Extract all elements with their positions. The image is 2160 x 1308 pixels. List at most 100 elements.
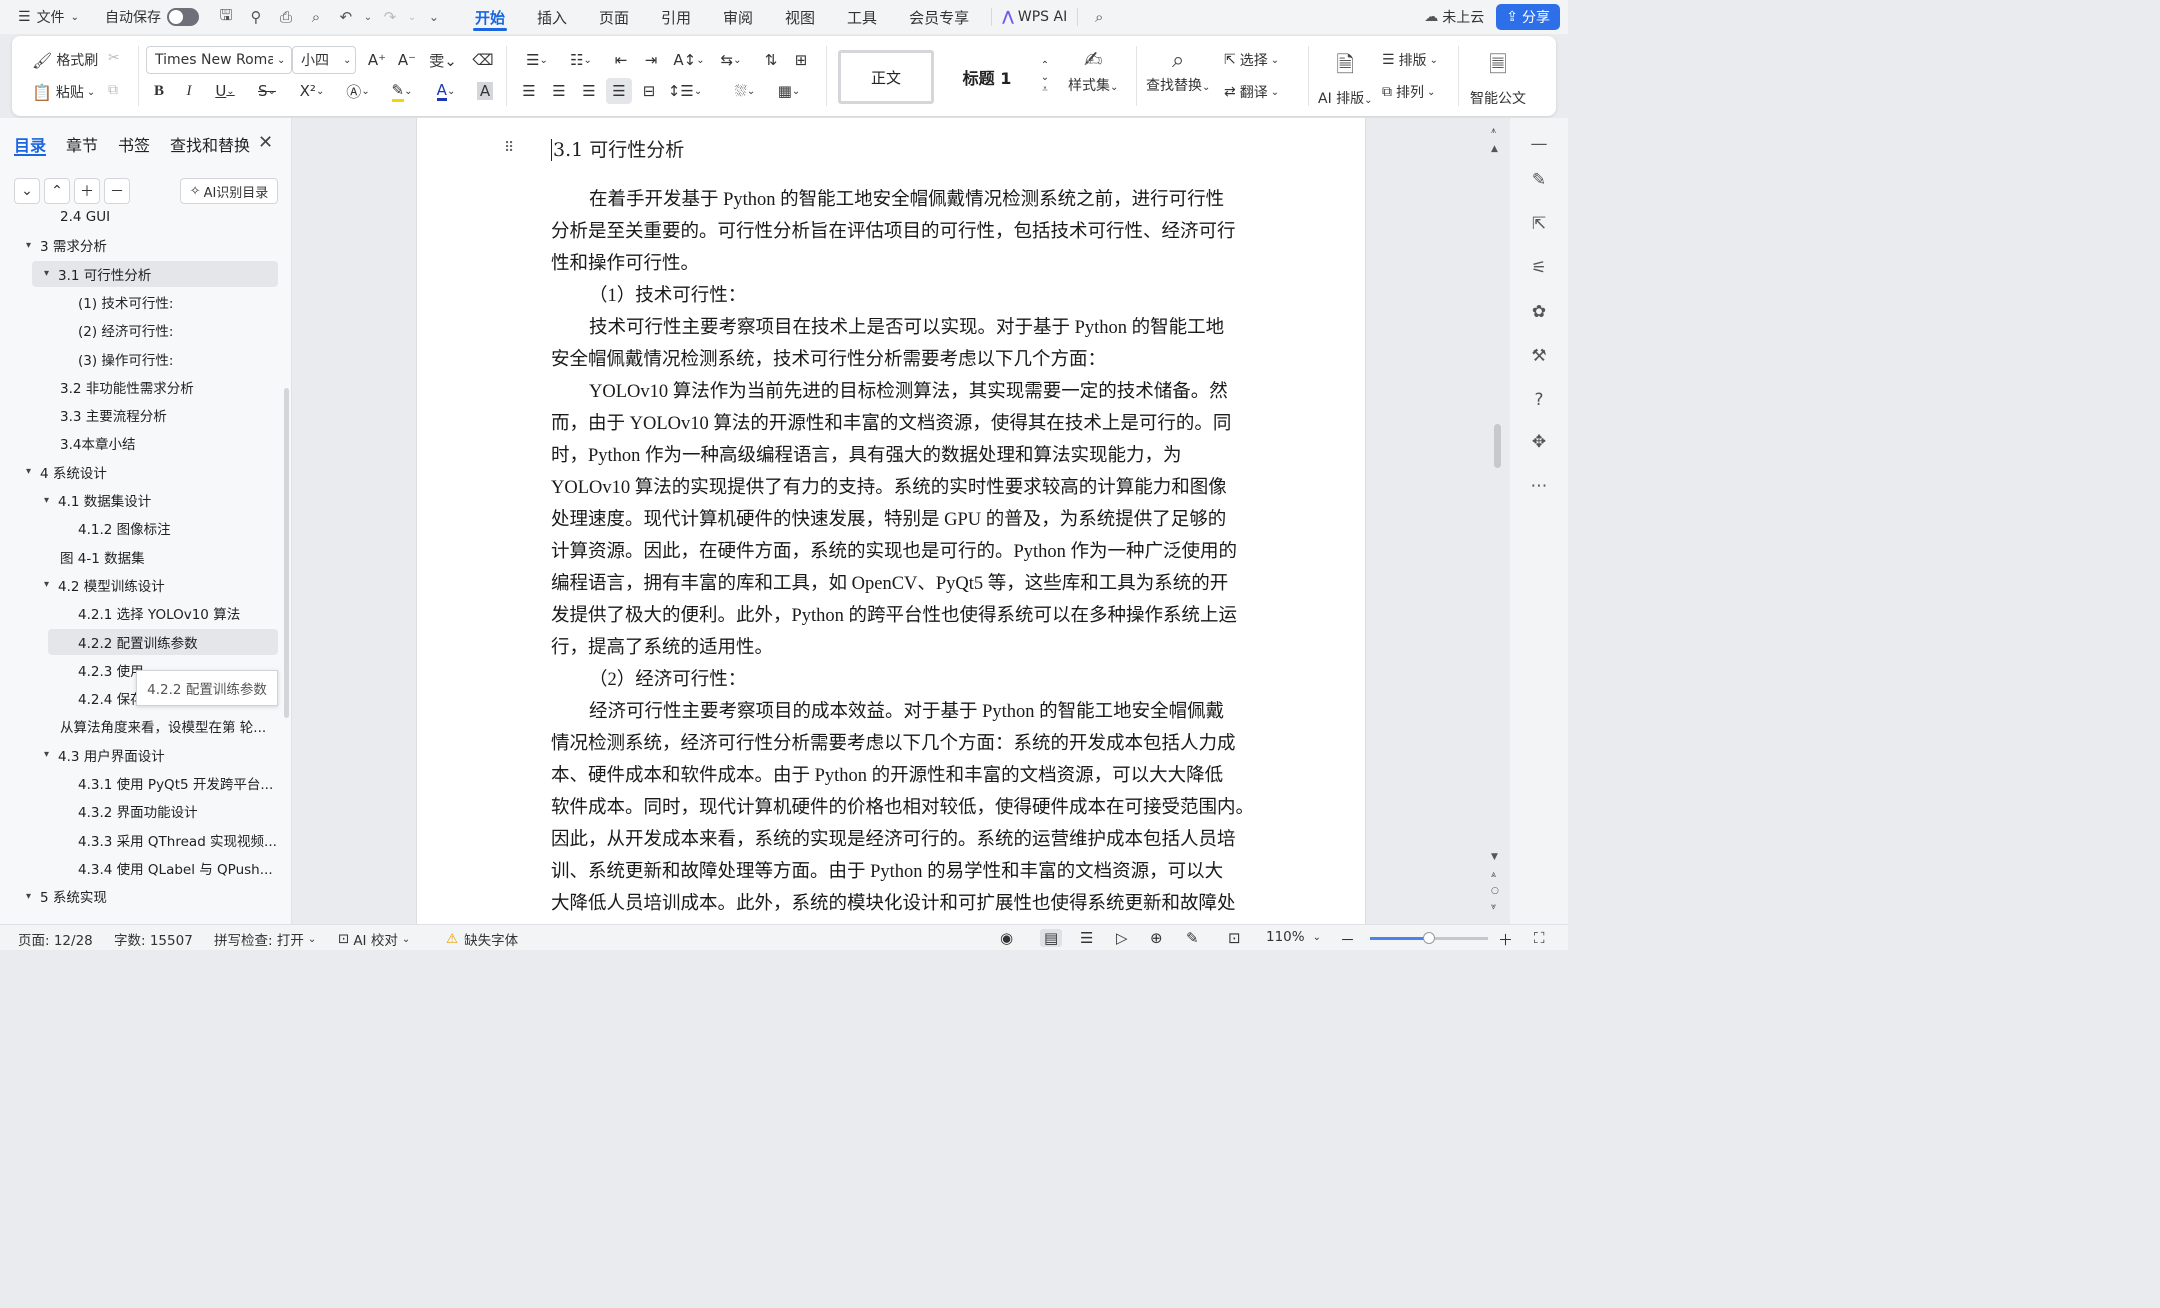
toc-item[interactable]: (3) 操作可行性: [74,346,278,372]
shading-button[interactable]: ⛆ ⌄ [728,78,762,104]
file-menu[interactable]: ☰ 文件 ⌄ [18,0,79,34]
sort-button[interactable]: ⇅ [758,47,784,73]
toc-item[interactable]: 从算法角度来看，设模型在第 轮... [56,713,278,739]
outline-view-icon[interactable]: ☰ [1080,929,1093,947]
align-center-button[interactable]: ☰ [546,78,572,104]
toc-item[interactable]: ▾ 3 需求分析 [22,232,278,258]
cut-button[interactable]: ✂ [108,50,120,66]
font-size-select[interactable]: 小四 ⌄ [292,46,356,74]
toc-item[interactable]: ▾ 3.1 可行性分析 [32,260,278,287]
collapse-all-button[interactable]: ⌄ [14,178,40,204]
toc-item[interactable]: 4.3.1 使用 PyQt5 开发跨平台... [74,770,278,796]
zoom-level[interactable]: 110% ⌄ [1266,929,1321,945]
expand-caret-icon[interactable]: ▾ [26,240,40,251]
collapse-icon[interactable]: — [1527,132,1551,156]
scroll-up-icon[interactable]: ▲ [1491,144,1498,154]
typeset-button[interactable]: ☰ 排版 ⌄ [1382,50,1438,70]
char-shading-button[interactable]: A [472,78,498,104]
tab-home[interactable]: 开始 [459,0,521,34]
text-effect-button[interactable]: Ⓐ ⌄ [340,78,376,104]
section-heading[interactable]: 3.1 可行性分析 [551,135,684,162]
expand-up-button[interactable]: ⌃ [44,178,70,204]
chinese-layout-button[interactable]: ⇆ ⌄ [714,47,748,73]
tab-tools[interactable]: 工具 [831,0,893,34]
sliders-icon[interactable]: ⚟ [1527,256,1551,280]
align-left-button[interactable]: ☰ [516,78,542,104]
tab-insert[interactable]: 插入 [521,0,583,34]
cloud-status[interactable]: ☁ 未上云 [1424,0,1484,34]
pen-icon[interactable]: ✎ [1527,168,1551,192]
toc-item[interactable]: 4.2.1 选择 YOLOv10 算法 [74,600,278,626]
expand-caret-icon[interactable]: ▾ [44,495,58,506]
italic-button[interactable]: I [176,78,202,104]
document-page[interactable]: ⠿ 3.1 可行性分析 在着手开发基于 Python 的智能工地安全帽佩戴情况检… [416,118,1366,924]
styles-scroll[interactable]: ⌃ ⌄ ⩡ [1038,58,1052,98]
wps-ai-tab[interactable]: ⋀ WPS AI [991,8,1079,26]
autosave[interactable]: 自动保存 [105,0,211,34]
eye-protection-icon[interactable]: ◉ [1000,929,1013,947]
more-icon[interactable]: ⋯ [1527,474,1551,498]
redo-icon[interactable]: ↷ [375,0,405,34]
toc-item[interactable]: 3.4本章小结 [56,430,278,456]
scroll-top-icon[interactable]: ⩚ [1491,126,1496,136]
print-icon[interactable]: ⎙ [271,0,301,34]
zoom-in-icon[interactable]: ＋ [1498,929,1513,950]
tab-find-replace[interactable]: 查找和替换 [170,132,250,156]
expand-caret-icon[interactable]: ▾ [44,579,58,590]
line-spacing-button[interactable]: ↕☰ ⌄ [668,78,702,104]
help-icon[interactable]: ? [1527,388,1551,412]
puzzle-icon[interactable]: ✥ [1527,430,1551,454]
toc-item[interactable]: 3.2 非功能性需求分析 [56,374,278,400]
select-button[interactable]: ⇱ 选择 ⌄ [1224,50,1279,70]
toc-item[interactable]: 3.3 主要流程分析 [56,402,278,428]
toc-item[interactable]: 图 4-1 数据集 [56,544,278,570]
search-icon[interactable]: ⌕ [1084,0,1114,34]
zoom-out-icon[interactable]: － [1340,929,1355,950]
highlight-button[interactable]: ✎ ⌄ [384,78,420,104]
toc-item[interactable]: ▾ 4.1 数据集设计 [40,487,278,513]
tab-view[interactable]: 视图 [769,0,831,34]
fullscreen-icon[interactable]: ⛶ [1534,929,1545,947]
previous-page-icon[interactable]: ⩓ [1491,870,1496,880]
tab-references[interactable]: 引用 [645,0,707,34]
remove-heading-button[interactable]: － [104,178,130,204]
find-replace-button[interactable]: ⌕ 查找替换⌄ [1146,48,1210,95]
translate-button[interactable]: ⇄ 翻译 ⌄ [1224,82,1279,102]
copy-button[interactable]: ⧉ [108,82,118,98]
expand-caret-icon[interactable]: ▾ [44,268,58,279]
more-chevron-icon[interactable]: ⌄ [419,0,449,34]
add-heading-button[interactable]: ＋ [74,178,100,204]
toc-item[interactable]: (2) 经济可行性: [74,317,278,343]
arrange-button[interactable]: ⧉ 排列 ⌄ [1382,82,1435,102]
toc-item[interactable]: 4.3.4 使用 QLabel 与 QPush... [74,855,278,881]
borders-button[interactable]: ▦ ⌄ [772,78,806,104]
fit-page-icon[interactable]: ⊡ [1228,929,1241,947]
toc-item[interactable]: 4.3.2 界面功能设计 [74,798,278,824]
toc-item[interactable]: ▾ 5 系统实现 [22,883,278,909]
expand-caret-icon[interactable]: ▾ [26,466,40,477]
numbering-button[interactable]: ☷ ⌄ [564,47,598,73]
toc-item[interactable]: ▾ 4 系统设计 [22,459,278,485]
toc-item[interactable]: ▾ 4.2 模型训练设计 [40,572,278,598]
close-icon[interactable]: ✕ [258,132,273,153]
document-body[interactable]: 在着手开发基于 Python 的智能工地安全帽佩戴情况检测系统之前，进行可行性分… [551,184,1255,920]
toc-item[interactable]: 4.3.3 采用 QThread 实现视频... [74,827,278,853]
ai-layout-button[interactable]: 🗎 AI 排版⌄ [1318,48,1373,108]
cursor-icon[interactable]: ⇱ [1527,212,1551,236]
shrink-font-button[interactable]: A⁻ [394,47,420,73]
print-preview-icon[interactable]: ⌕ [301,0,331,34]
toc-item[interactable]: 2.4 GUI [56,210,278,230]
show-marks-button[interactable]: ⊞ [788,47,814,73]
page-indicator[interactable]: 页面: 12/28 [18,929,93,949]
toc-item[interactable]: 4.2.2 配置训练参数 [48,628,278,655]
zoom-slider-knob[interactable] [1423,932,1435,944]
undo-icon[interactable]: ↶ [331,0,361,34]
tab-bookmarks[interactable]: 书签 [118,132,150,156]
ai-proofread-button[interactable]: ⊡ AI 校对 ⌄ [338,929,410,949]
increase-indent-button[interactable]: ⇥ [638,47,664,73]
missing-font-warning[interactable]: ⚠ 缺失字体 [446,929,518,949]
document-scrollbar-thumb[interactable] [1494,424,1501,468]
autosave-toggle[interactable] [166,8,199,26]
paste-button[interactable]: 📋 粘贴 ⌄ [32,82,95,102]
brain-icon[interactable]: ✿ [1527,300,1551,324]
